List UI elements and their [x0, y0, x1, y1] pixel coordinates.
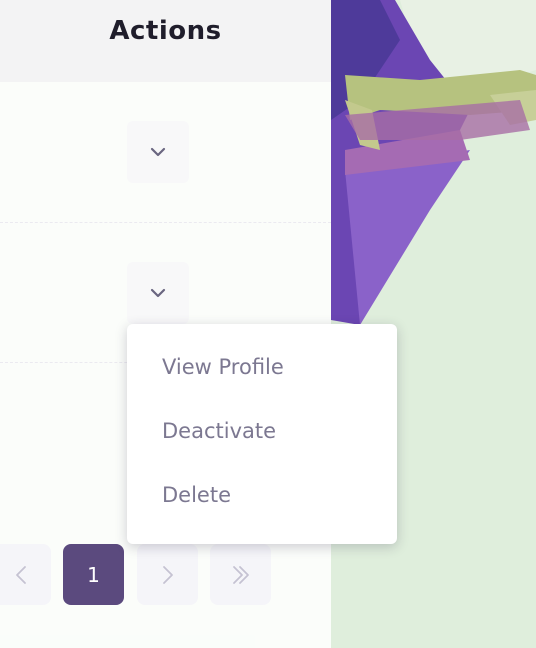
current-page-number: 1: [87, 562, 100, 587]
last-page-button[interactable]: [210, 544, 271, 605]
table-header: Actions: [0, 0, 331, 82]
row-actions-toggle[interactable]: [127, 262, 189, 324]
chevron-down-icon: [150, 288, 166, 298]
row-actions-toggle[interactable]: [127, 121, 189, 183]
prev-page-button[interactable]: [0, 544, 51, 605]
menu-item-label: View Profile: [162, 355, 284, 379]
double-chevron-right-icon: [232, 565, 249, 584]
deactivate-menu-item[interactable]: Deactivate: [127, 405, 397, 461]
chevron-left-icon: [15, 565, 26, 584]
menu-item-label: Delete: [162, 483, 231, 507]
view-profile-menu-item[interactable]: View Profile: [127, 341, 397, 397]
actions-column-header: Actions: [109, 16, 222, 46]
chevron-down-icon: [150, 147, 166, 157]
chevron-right-icon: [162, 565, 173, 584]
row-divider: [0, 222, 331, 223]
delete-menu-item[interactable]: Delete: [127, 469, 397, 525]
menu-item-label: Deactivate: [162, 419, 277, 443]
next-page-button[interactable]: [137, 544, 198, 605]
page-1-button[interactable]: 1: [63, 544, 124, 605]
row-actions-dropdown: View Profile Deactivate Delete: [127, 324, 397, 544]
